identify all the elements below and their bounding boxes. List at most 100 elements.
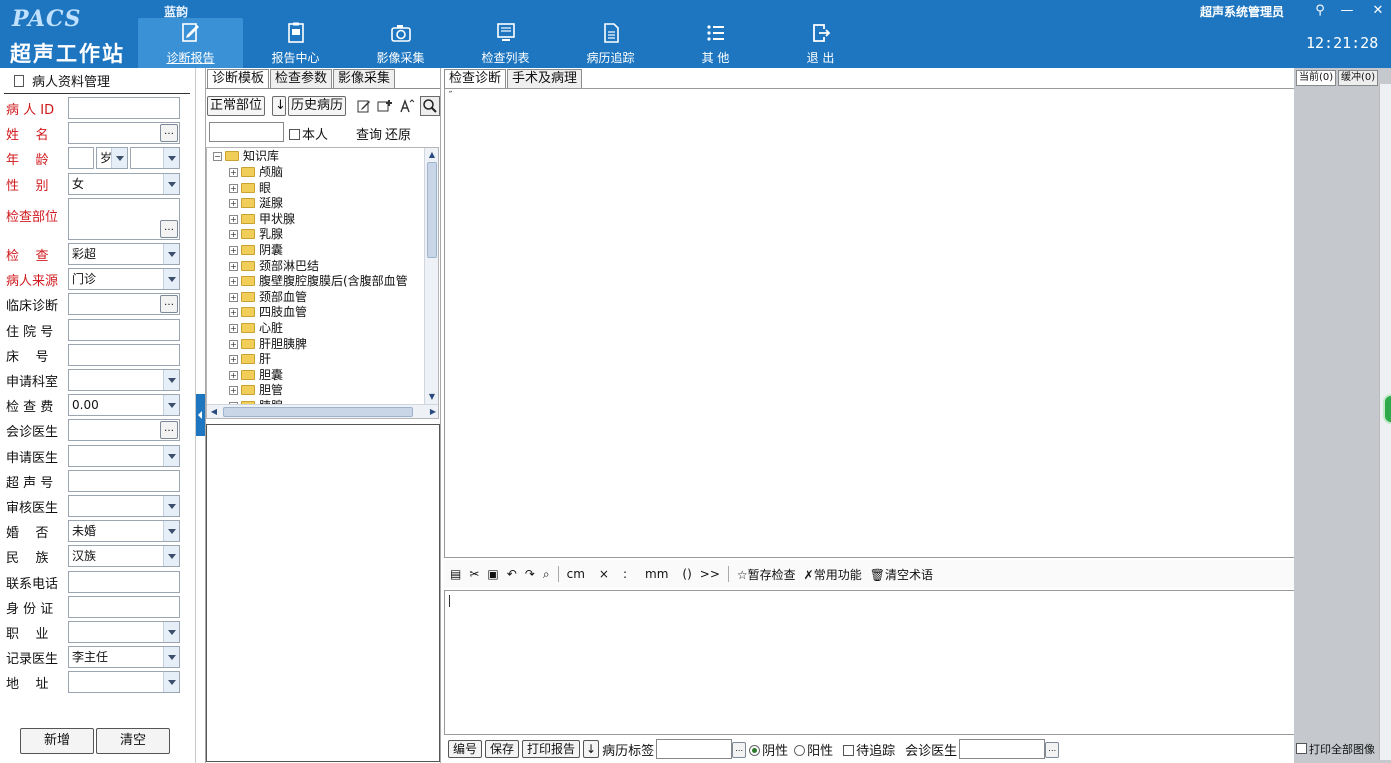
tree-item[interactable]: + 涎腺	[229, 195, 283, 211]
expand-icon[interactable]: +	[229, 168, 238, 177]
patient-field-input[interactable]: 女	[68, 172, 180, 195]
tab-current-images[interactable]: 当前(0)	[1296, 70, 1337, 86]
tree-vertical-scrollbar[interactable]: ▲ ▼	[424, 148, 438, 404]
consult-doctor-input[interactable]	[959, 739, 1046, 759]
paste-icon[interactable]: ▣	[487, 567, 498, 581]
patient-field-input[interactable]: 李主任	[68, 646, 180, 669]
tree-item[interactable]: + 眼	[229, 180, 271, 196]
expand-icon[interactable]: +	[229, 355, 238, 365]
tree-item[interactable]: + 甲状腺	[229, 211, 295, 227]
scroll-down-icon[interactable]: ▼	[426, 391, 438, 403]
patient-field-input[interactable]	[68, 621, 180, 643]
diagnosis-conclusion-editor[interactable]	[444, 590, 1295, 735]
patient-field-input[interactable]	[68, 595, 180, 618]
chevron-down-icon[interactable]	[163, 622, 179, 642]
negative-radio[interactable]: 阴性	[749, 740, 788, 759]
print-report-button[interactable]: 打印报告	[522, 740, 581, 758]
scroll-left-icon[interactable]: ◀	[208, 406, 220, 418]
patient-field-input[interactable]	[68, 495, 180, 517]
patient-field-input[interactable]	[68, 469, 180, 492]
chevron-down-icon[interactable]	[163, 445, 179, 466]
save-button[interactable]: 保存	[485, 740, 520, 758]
positive-radio[interactable]: 阳性	[794, 740, 833, 759]
record-tag-input[interactable]	[656, 739, 733, 759]
tree-item[interactable]: + 颅脑	[229, 164, 283, 180]
template-search-input[interactable]	[209, 122, 284, 142]
sort-down-arrow-icon[interactable]: ↓	[272, 96, 286, 116]
chevron-down-icon[interactable]	[163, 496, 179, 516]
exam-findings-editor[interactable]: ˝	[444, 88, 1295, 558]
floating-assistant-icon[interactable]	[1383, 394, 1391, 424]
scroll-up-icon[interactable]: ▲	[426, 149, 438, 161]
redo-icon[interactable]: ↷	[525, 567, 535, 581]
chevron-down-icon[interactable]	[163, 521, 179, 542]
consult-doctor-browse-button[interactable]: …	[1045, 742, 1060, 758]
chevron-down-icon[interactable]	[163, 395, 179, 416]
chevron-down-icon[interactable]	[163, 672, 179, 693]
chevron-down-icon[interactable]	[163, 370, 179, 390]
minimize-button[interactable]: —	[1337, 2, 1357, 20]
expand-icon[interactable]: +	[229, 199, 238, 209]
chevron-down-icon[interactable]	[163, 546, 179, 567]
age-extra-select[interactable]	[130, 147, 180, 170]
patient-field-input[interactable]: …	[68, 197, 180, 240]
browse-button[interactable]: …	[160, 295, 178, 314]
expand-icon[interactable]: +	[229, 246, 238, 255]
patient-field-input[interactable]: 未婚	[68, 520, 180, 543]
nav-report-center[interactable]: 报告中心	[243, 18, 348, 68]
tree-item[interactable]: + 乳腺	[229, 226, 283, 242]
scroll-thumb[interactable]	[223, 407, 413, 417]
patient-field-input[interactable]: 0.00	[68, 394, 180, 417]
tree-item[interactable]: + 腹壁腹腔腹膜后(含腹部血管	[229, 273, 408, 289]
patient-field-input[interactable]	[68, 570, 180, 593]
expand-icon[interactable]: +	[229, 183, 238, 193]
copy-icon[interactable]: ▤	[450, 567, 461, 581]
edit-icon[interactable]	[356, 98, 372, 114]
insert-times-button[interactable]: ×	[599, 567, 609, 581]
tab-exam-params[interactable]: 检查参数	[270, 69, 333, 88]
close-button[interactable]: ✕	[1368, 2, 1388, 20]
patient-field-input[interactable]: …	[68, 122, 180, 145]
more-symbols-button[interactable]: >>	[700, 567, 720, 581]
age-unit-select[interactable]: 岁	[96, 147, 128, 170]
restore-link[interactable]: 还原	[385, 124, 411, 143]
tree-item[interactable]: + 颈部淋巴结	[229, 258, 319, 274]
tree-horizontal-scrollbar[interactable]: ◀ ▶	[207, 404, 438, 418]
chevron-down-icon[interactable]	[163, 647, 179, 668]
tree-root[interactable]: − 知识库	[213, 148, 279, 164]
patient-field-input[interactable]	[68, 369, 180, 391]
expand-icon[interactable]: +	[229, 292, 238, 302]
expand-icon[interactable]: +	[229, 261, 238, 271]
print-options-arrow-icon[interactable]: ↓	[583, 740, 600, 758]
clear-terms-button[interactable]: 🗑清空术语	[870, 566, 933, 583]
expand-icon[interactable]: +	[229, 370, 238, 380]
age-input[interactable]	[68, 147, 94, 170]
save-exam-button[interactable]: ☆暂存检查	[737, 566, 796, 583]
tab-buffer-images[interactable]: 缓冲(0)	[1338, 70, 1379, 86]
pending-trace-checkbox[interactable]: 待追踪	[843, 740, 895, 759]
expand-icon[interactable]: +	[229, 386, 238, 396]
expand-icon[interactable]: +	[229, 277, 238, 287]
tree-item[interactable]: + 胆囊	[229, 367, 283, 383]
collapse-left-panel-button[interactable]	[196, 394, 205, 436]
collapse-icon[interactable]: −	[213, 152, 222, 161]
chevron-down-icon[interactable]	[163, 244, 179, 264]
chevron-down-icon[interactable]	[111, 148, 127, 169]
template-preview-area[interactable]	[206, 424, 440, 762]
settings-key-icon[interactable]: ⚲	[1310, 2, 1330, 20]
record-tag-browse-button[interactable]: …	[732, 742, 747, 758]
expand-icon[interactable]: +	[229, 308, 238, 318]
expand-icon[interactable]: +	[229, 339, 238, 349]
insert-colon-button[interactable]: :	[623, 567, 627, 581]
scroll-thumb[interactable]	[427, 162, 437, 258]
patient-field-input[interactable]	[68, 97, 180, 119]
cut-icon[interactable]: ✂	[469, 567, 479, 581]
patient-field-input[interactable]	[68, 343, 180, 366]
nav-exit[interactable]: 退 出	[768, 18, 873, 68]
patient-field-input[interactable]	[68, 671, 180, 694]
common-functions-button[interactable]: ✗常用功能	[804, 566, 862, 583]
tree-item[interactable]: + 阴囊	[229, 242, 283, 258]
tree-item[interactable]: + 心脏	[229, 320, 283, 336]
search-button[interactable]	[420, 96, 440, 116]
history-records-button[interactable]: 历史病历	[288, 96, 347, 116]
